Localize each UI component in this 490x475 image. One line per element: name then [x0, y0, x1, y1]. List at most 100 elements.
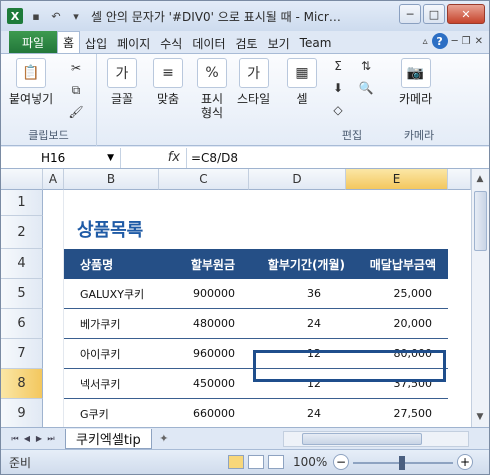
scroll-down-icon[interactable]: ▼ [472, 409, 488, 425]
tab-formulas[interactable]: 수식 [155, 33, 187, 53]
column-header-b[interactable]: B [64, 169, 159, 190]
number-format-button[interactable]: % 표시 형식 [197, 58, 227, 120]
cell-product[interactable]: 넥서쿠키 [64, 376, 159, 392]
qat-dropdown-icon[interactable]: ▾ [69, 9, 83, 23]
cell-period[interactable]: 12 [249, 347, 349, 360]
name-box[interactable]: H16 ▼ [1, 147, 121, 168]
cell-period[interactable]: 24 [249, 407, 349, 420]
row-header-4[interactable]: 4 [1, 249, 43, 279]
tab-insert[interactable]: 삽입 [80, 33, 112, 53]
sheet-title[interactable]: 상품목록 [77, 216, 143, 242]
column-header-e[interactable]: E [346, 169, 448, 190]
first-sheet-icon[interactable]: ⏮ [9, 432, 21, 446]
help-icon[interactable]: ? [431, 33, 448, 49]
select-all-corner[interactable] [1, 169, 43, 190]
zoom-in-icon[interactable]: + [457, 454, 473, 470]
page-break-view-icon[interactable] [268, 455, 284, 469]
save-icon[interactable]: ▪ [29, 9, 43, 23]
row-header-5[interactable]: 5 [1, 279, 43, 309]
sheet-tab[interactable]: 쿠키엑셀tip [65, 428, 152, 449]
sort-filter-icon[interactable]: ⇅ [357, 58, 375, 74]
column-header-d[interactable]: D [249, 169, 346, 190]
last-sheet-icon[interactable]: ⏭ [45, 432, 57, 446]
tab-review[interactable]: 검토 [230, 33, 262, 53]
close-workbook-icon[interactable]: ✕ [475, 36, 483, 47]
header-principal[interactable]: 할부원금 [159, 256, 249, 273]
row-header-6[interactable]: 6 [1, 309, 43, 339]
column-header-a[interactable]: A [43, 169, 64, 190]
ribbon-collapse-icon[interactable]: ▵ [423, 36, 428, 47]
clear-icon[interactable]: ◇ [329, 102, 347, 118]
cell-monthly[interactable]: 80,000 [349, 347, 448, 360]
cell-period[interactable]: 12 [249, 377, 349, 390]
cell-product[interactable]: GALUXY쿠키 [64, 286, 159, 302]
scroll-up-icon[interactable]: ▲ [472, 171, 488, 187]
next-sheet-icon[interactable]: ▶ [33, 432, 45, 446]
formula-input[interactable]: =C8/D8 [187, 151, 238, 165]
find-select-icon[interactable]: 🔍 [357, 80, 375, 96]
cell-button[interactable]: ▦ 셀 [287, 58, 317, 106]
cell-product[interactable]: G쿠키 [64, 406, 159, 422]
cell-monthly[interactable]: 25,000 [349, 287, 448, 300]
cell-period[interactable]: 24 [249, 317, 349, 330]
zoom-slider-thumb[interactable] [399, 456, 405, 470]
column-header-c[interactable]: C [159, 169, 249, 190]
minimize-workbook-icon[interactable]: ─ [452, 36, 458, 47]
vertical-scroll-thumb[interactable] [474, 191, 487, 251]
tab-view[interactable]: 보기 [263, 33, 295, 53]
cell-principal[interactable]: 660000 [159, 407, 249, 420]
column-header-f[interactable] [448, 169, 471, 190]
row-header-8[interactable]: 8 [1, 369, 43, 399]
row-header-7[interactable]: 7 [1, 339, 43, 369]
fill-icon[interactable]: ⬇ [329, 80, 347, 96]
spreadsheet-grid[interactable]: A B C D E 1 2 4 5 6 7 8 9 10 상품목록 상품명 할부… [1, 169, 471, 427]
align-button[interactable]: ≡ 맞춤 [153, 58, 183, 106]
row-header-1[interactable]: 1 [1, 190, 43, 216]
minimize-button[interactable]: ─ [399, 4, 421, 24]
undo-icon[interactable]: ↶ [49, 9, 63, 23]
horizontal-scroll-thumb[interactable] [302, 433, 422, 445]
row-header-9[interactable]: 9 [1, 399, 43, 427]
tab-home[interactable]: 홈 [57, 31, 81, 53]
autosum-icon[interactable]: Σ [329, 58, 347, 74]
style-button[interactable]: 가 스타일 [237, 58, 270, 106]
normal-view-icon[interactable] [228, 455, 244, 469]
new-sheet-icon[interactable]: ✦ [156, 432, 172, 446]
cell-principal[interactable]: 450000 [159, 377, 249, 390]
cell-period[interactable]: 36 [249, 287, 349, 300]
zoom-level[interactable]: 100% [293, 455, 327, 469]
maximize-button[interactable]: □ [423, 4, 445, 24]
row-header-2[interactable]: 2 [1, 216, 43, 249]
prev-sheet-icon[interactable]: ◀ [21, 432, 33, 446]
cell-monthly[interactable]: 37,500 [349, 377, 448, 390]
header-product-name[interactable]: 상품명 [64, 256, 159, 273]
cell-monthly[interactable]: 20,000 [349, 317, 448, 330]
vertical-scrollbar[interactable]: ▲ ▼ [471, 169, 489, 427]
tab-data[interactable]: 데이터 [187, 33, 230, 53]
name-box-dropdown-icon[interactable]: ▼ [107, 153, 114, 163]
copy-icon[interactable]: ⧉ [67, 82, 85, 98]
page-layout-view-icon[interactable] [248, 455, 264, 469]
camera-group-label: 카메라 [403, 129, 435, 142]
cell-product[interactable]: 아이쿠키 [64, 346, 159, 362]
header-monthly[interactable]: 매달납부금액 [349, 256, 448, 273]
paste-button[interactable]: 📋 붙여넣기 [9, 58, 53, 106]
cell-principal[interactable]: 900000 [159, 287, 249, 300]
header-period[interactable]: 할부기간(개월) [249, 256, 349, 273]
close-button[interactable]: ✕ [447, 4, 485, 24]
tab-file[interactable]: 파일 [9, 31, 57, 53]
cell-principal[interactable]: 960000 [159, 347, 249, 360]
cell-principal[interactable]: 480000 [159, 317, 249, 330]
insert-function-button[interactable]: fx [121, 147, 187, 168]
horizontal-scrollbar[interactable] [283, 431, 469, 447]
zoom-out-icon[interactable]: − [333, 454, 349, 470]
tab-page[interactable]: 페이지 [112, 33, 155, 53]
cell-product[interactable]: 베가쿠키 [64, 316, 159, 332]
tab-team[interactable]: Team [295, 33, 337, 53]
restore-workbook-icon[interactable]: ❐ [462, 36, 471, 47]
cell-monthly[interactable]: 27,500 [349, 407, 448, 420]
format-painter-icon[interactable]: 🖌 [67, 104, 85, 120]
font-button[interactable]: 가 글꼴 [107, 58, 137, 106]
cut-icon[interactable]: ✂ [67, 60, 85, 76]
camera-button[interactable]: 📷 카메라 [399, 58, 432, 106]
